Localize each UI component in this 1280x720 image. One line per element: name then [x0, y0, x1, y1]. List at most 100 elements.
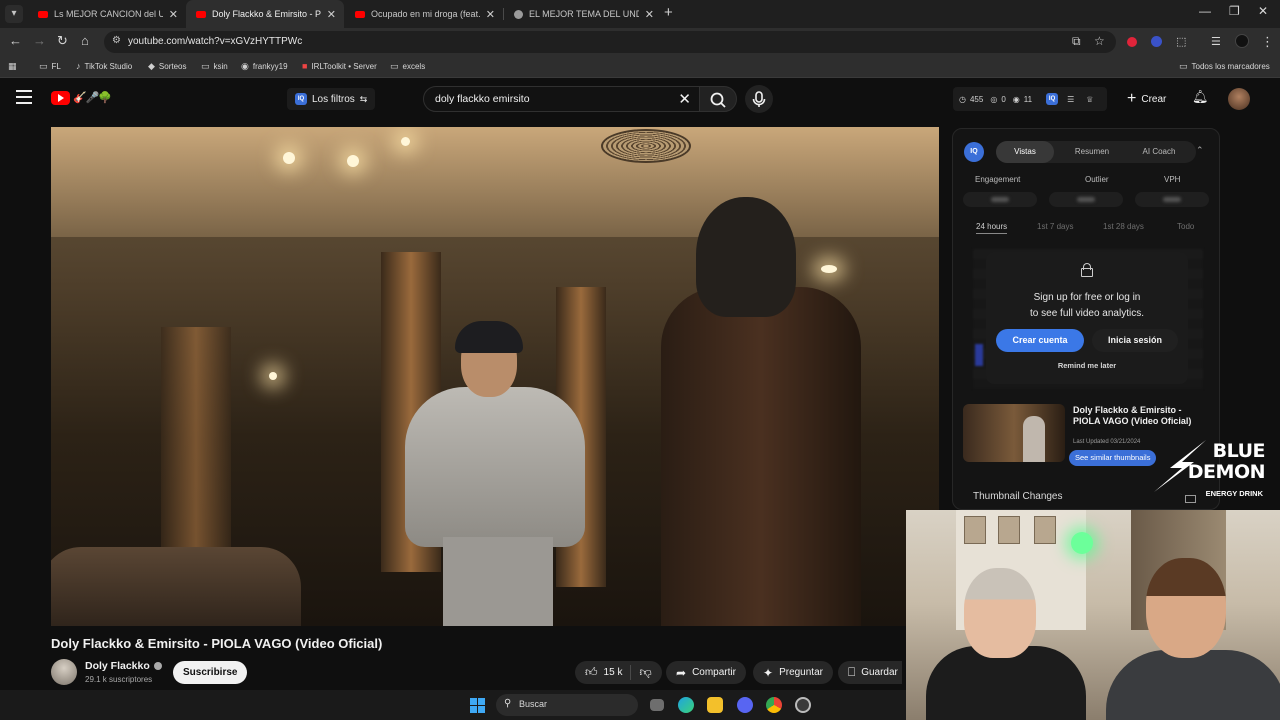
home-icon[interactable]: ⌂: [81, 33, 89, 48]
close-window-icon[interactable]: ✕: [1258, 4, 1268, 18]
back-icon[interactable]: ←: [9, 33, 22, 48]
video-thumbnail[interactable]: [963, 404, 1065, 462]
video-player[interactable]: [51, 127, 939, 626]
minimize-icon[interactable]: —: [1199, 4, 1211, 18]
channel-avatar[interactable]: [51, 659, 77, 685]
create-account-button[interactable]: Crear cuenta: [996, 329, 1084, 352]
account-avatar[interactable]: [1228, 88, 1250, 110]
browser-toolbar: ← → ↻ ⌂ ⚙ youtube.com/watch?v=xGVzHYTTPW…: [0, 28, 1280, 56]
remind-later-link[interactable]: Remind me later: [986, 361, 1188, 370]
save-button[interactable]: ⎕ Guardar: [838, 661, 902, 684]
apps-grid-icon[interactable]: ▦: [8, 61, 21, 72]
browser-tab-3[interactable]: Ocupado en mi droga (feat. kid ✕: [345, 0, 503, 28]
subscribe-button[interactable]: Suscribirse: [173, 661, 248, 684]
search-button[interactable]: [699, 86, 737, 112]
bookmark-star-icon[interactable]: ☆: [1094, 34, 1105, 48]
collapse-icon[interactable]: ⌃: [1196, 145, 1204, 156]
bookmark-excels[interactable]: ▭ excels: [390, 61, 425, 72]
video-frame-light: [283, 152, 295, 164]
similar-thumbnails-button[interactable]: See similar thumbnails: [1069, 450, 1157, 466]
verified-icon: [153, 662, 162, 671]
channel-name[interactable]: Doly Flackko: [85, 660, 162, 672]
all-bookmarks[interactable]: ▭ Todos los marcadores: [1179, 61, 1270, 72]
thumbnail-changes-label[interactable]: Thumbnail Changes: [973, 491, 1063, 502]
share-button[interactable]: ➦ Compartir: [666, 661, 746, 684]
bookmark-sorteos[interactable]: ◆ Sorteos: [148, 61, 187, 72]
signup-card: Sign up for free or log in to see full v…: [986, 252, 1188, 384]
extension-red-icon[interactable]: [1127, 37, 1137, 47]
search-input[interactable]: doly flackko emirsito ✕: [423, 86, 700, 112]
tab-ai-coach[interactable]: AI Coach: [1124, 141, 1194, 163]
edge-icon[interactable]: [678, 697, 694, 713]
new-tab-icon[interactable]: +: [664, 4, 673, 21]
webcam-person-left: [926, 568, 1086, 720]
youtube-favicon-icon: [196, 10, 206, 18]
page-favicon-icon: [514, 9, 523, 19]
restore-icon[interactable]: ❐: [1229, 4, 1240, 18]
search-query[interactable]: doly flackko emirsito: [435, 93, 530, 105]
panel-tabs: Vistas Resumen AI Coach: [996, 141, 1196, 163]
browser-tab-2[interactable]: Doly Flackko & Emirsito - PIOLA ✕: [186, 0, 344, 28]
install-app-icon[interactable]: ⧉: [1072, 34, 1081, 49]
range-7d[interactable]: 1st 7 days: [1037, 222, 1073, 231]
metric-vph-value: [1135, 192, 1209, 207]
bookmark-irltoolkit[interactable]: ■ IRLToolkit • Server: [302, 61, 377, 71]
close-tab-icon[interactable]: ✕: [169, 8, 178, 21]
url-text[interactable]: youtube.com/watch?v=xGVzHYTTPWc: [128, 36, 302, 47]
filters-button[interactable]: IQ Los filtros ⇆: [287, 88, 376, 110]
browser-tab-1[interactable]: Ls MEJOR CANCION del UNDER ✕: [28, 0, 186, 28]
sliders-icon: ⇆: [359, 93, 368, 104]
site-info-icon[interactable]: ⚙: [112, 35, 121, 46]
range-28d[interactable]: 1st 28 days: [1103, 222, 1144, 231]
bookmark-ksin[interactable]: ▭ ksin: [201, 61, 228, 72]
create-button[interactable]: + Crear: [1127, 90, 1166, 108]
close-tab-icon[interactable]: ✕: [486, 8, 495, 21]
video-frame-light: [269, 372, 277, 380]
youtube-logo-icon[interactable]: [51, 91, 70, 105]
bookmark-fl[interactable]: ▭ FL: [39, 61, 61, 72]
login-button[interactable]: Inicia sesión: [1092, 329, 1178, 352]
extension-blue-icon[interactable]: [1151, 36, 1162, 47]
tab-resumen[interactable]: Resumen: [1060, 141, 1124, 163]
youtube-favicon-icon: [38, 10, 48, 18]
signup-text-line1: Sign up for free or log in: [1033, 292, 1141, 303]
browser-tab-4[interactable]: EL MEJOR TEMA DEL UNDER Ri ✕: [504, 0, 662, 28]
discord-icon[interactable]: [737, 697, 753, 713]
task-view-icon[interactable]: [650, 699, 664, 711]
thumbs-up-icon[interactable]: 👍︎: [585, 665, 598, 680]
ask-button[interactable]: ✦ Preguntar: [753, 661, 833, 684]
reading-list-icon[interactable]: ☰: [1211, 35, 1221, 48]
forward-icon[interactable]: →: [33, 33, 46, 48]
tab-vistas[interactable]: Vistas: [996, 141, 1054, 163]
menu-icon[interactable]: [16, 90, 32, 104]
windows-start-icon[interactable]: [470, 698, 485, 713]
bookmark-tiktok[interactable]: ♪ TikTok Studio: [76, 61, 132, 71]
voice-search-button[interactable]: [745, 85, 773, 113]
taskbar-search[interactable]: ⚲ Buscar: [496, 694, 638, 716]
notifications-icon[interactable]: 🔔︎: [1192, 89, 1209, 105]
range-24h[interactable]: 24 hours: [976, 222, 1008, 234]
doodle-icon[interactable]: 🎸🎤🌳: [73, 91, 112, 104]
vidiq-stats-bar[interactable]: ◷ 455 ◎ 0 ◉ 11 IQ ☰ ♕: [953, 87, 1107, 111]
thumbs-down-icon[interactable]: 👎︎: [639, 665, 651, 680]
filters-label: Los filtros: [312, 93, 355, 105]
close-tab-icon[interactable]: ✕: [645, 8, 654, 21]
tab-search-icon[interactable]: ▾: [5, 5, 23, 23]
eye-icon: ◎: [990, 94, 998, 104]
reload-icon[interactable]: ↻: [57, 33, 68, 49]
range-all[interactable]: Todo: [1177, 222, 1194, 231]
profile-avatar[interactable]: [1235, 34, 1249, 48]
close-tab-icon[interactable]: ✕: [327, 8, 336, 21]
address-bar[interactable]: ⚙ youtube.com/watch?v=xGVzHYTTPWc ⧉ ☆: [104, 31, 1116, 53]
save-label: Guardar: [861, 667, 898, 678]
clear-search-icon[interactable]: ✕: [678, 90, 691, 108]
bookmark-label: frankyy19: [252, 62, 288, 71]
file-explorer-icon[interactable]: [707, 697, 723, 713]
obs-icon[interactable]: [795, 697, 811, 713]
more-menu-icon[interactable]: ⋮: [1261, 34, 1274, 50]
like-count[interactable]: 15 k: [604, 667, 623, 678]
iq-icon: IQ: [295, 93, 307, 105]
bookmark-frankyy19[interactable]: ◉ frankyy19: [241, 61, 288, 72]
extensions-icon[interactable]: ⬚: [1176, 35, 1186, 48]
chrome-icon[interactable]: [766, 697, 782, 713]
